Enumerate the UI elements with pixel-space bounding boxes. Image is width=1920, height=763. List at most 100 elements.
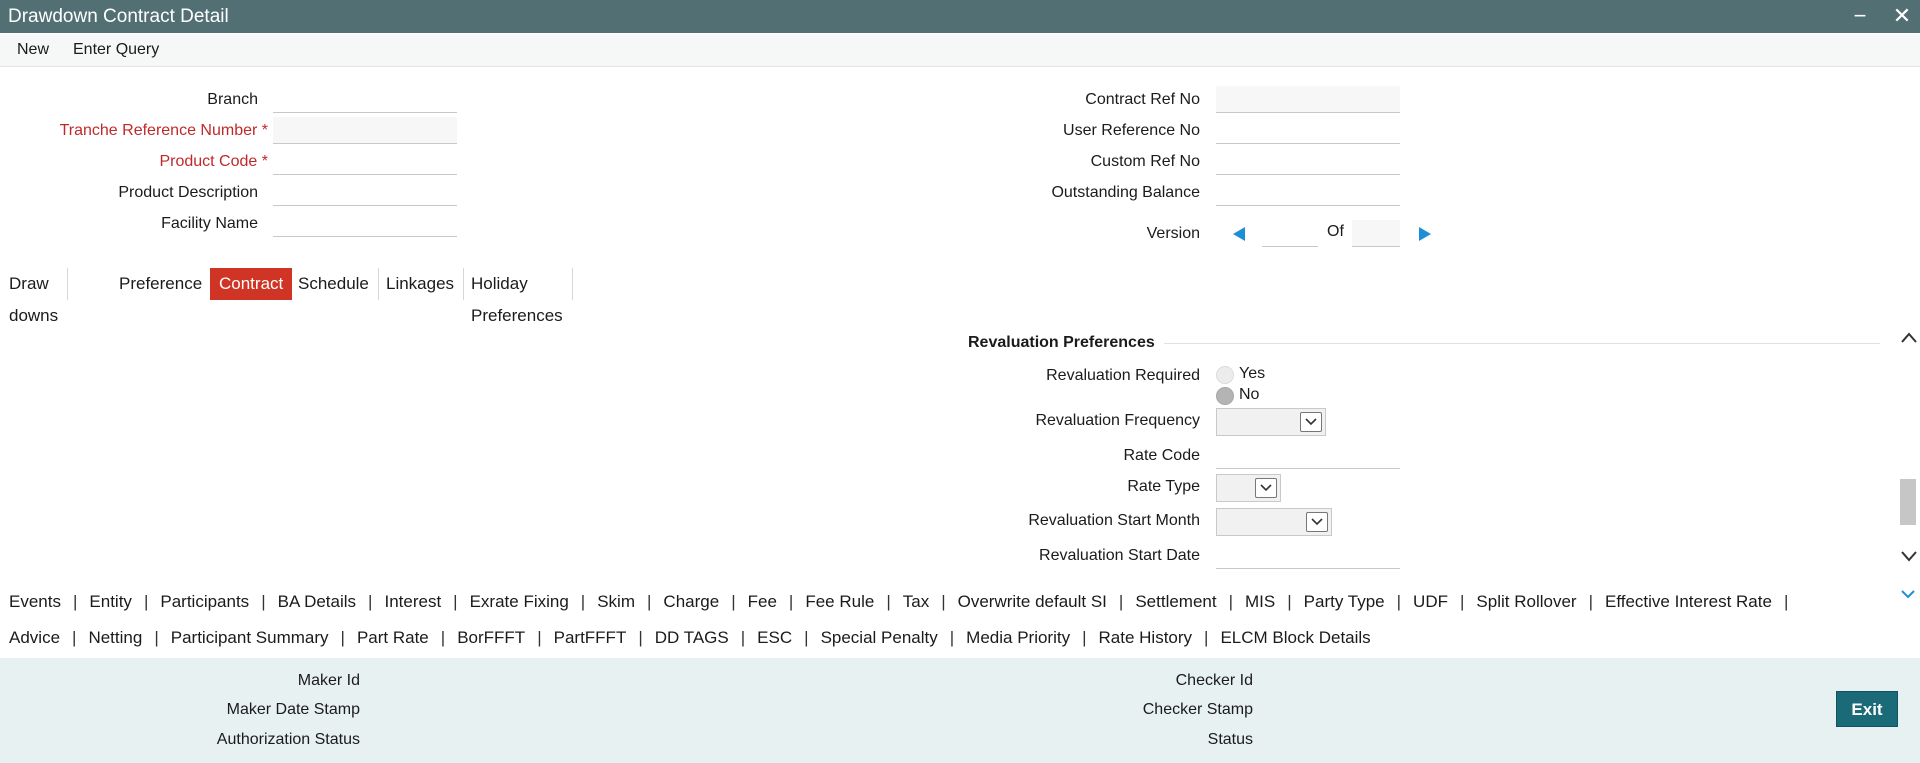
link-udf[interactable]: UDF — [1413, 592, 1448, 611]
tab-holiday-preferences[interactable]: Holiday Preferences — [462, 268, 573, 325]
link-separator: | — [453, 592, 458, 611]
revaluation-start-month-select[interactable] — [1216, 508, 1332, 536]
product-description-label: Product Description — [118, 184, 258, 201]
tranche-reference-label: Tranche Reference Number * — [59, 122, 268, 139]
version-label: Version — [1146, 225, 1200, 242]
custom-ref-input[interactable] — [1216, 148, 1400, 175]
link-participants[interactable]: Participants — [160, 592, 249, 611]
product-code-input[interactable] — [273, 148, 457, 175]
tab-draw-downs[interactable]: Draw downs — [0, 268, 69, 325]
link-special-penalty[interactable]: Special Penalty — [821, 628, 938, 647]
subsystem-links-row-2: Advice | Netting | Participant Summary | Part … — [9, 628, 1371, 662]
close-icon[interactable]: ✕ — [1890, 3, 1914, 29]
revaluation-no-radio[interactable] — [1216, 387, 1234, 405]
link-mis[interactable]: MIS — [1245, 592, 1275, 611]
version-total-input — [1352, 220, 1400, 247]
tab-schedule[interactable]: Schedule — [289, 268, 379, 300]
link-interest[interactable]: Interest — [384, 592, 441, 611]
link-netting[interactable]: Netting — [88, 628, 142, 647]
link-split-rollover[interactable]: Split Rollover — [1476, 592, 1576, 611]
link-separator: | — [537, 628, 542, 647]
link-entity[interactable]: Entity — [89, 592, 132, 611]
revaluation-start-month-label: Revaluation Start Month — [1028, 512, 1200, 529]
branch-input[interactable] — [273, 86, 457, 113]
link-separator: | — [580, 592, 586, 611]
version-current-input[interactable] — [1262, 220, 1318, 247]
link-events[interactable]: Events — [9, 592, 61, 611]
link-rate-history[interactable]: Rate History — [1099, 628, 1193, 647]
custom-ref-label: Custom Ref No — [1090, 153, 1200, 170]
expand-links-icon[interactable] — [1897, 587, 1919, 603]
chevron-down-icon — [1300, 412, 1322, 432]
link-separator: | — [1287, 592, 1292, 611]
scrollbar-thumb[interactable] — [1900, 479, 1916, 525]
link-fee-rule[interactable]: Fee Rule — [805, 592, 874, 611]
link-charge[interactable]: Charge — [663, 592, 719, 611]
link-overwrite-default-si[interactable]: Overwrite default SI — [958, 592, 1107, 611]
scroll-down-icon[interactable] — [1898, 546, 1920, 566]
contract-ref-input[interactable] — [1216, 86, 1400, 113]
link-media-priority[interactable]: Media Priority — [966, 628, 1070, 647]
rate-code-input[interactable] — [1216, 442, 1400, 469]
link-part-rate[interactable]: Part Rate — [357, 628, 429, 647]
link-separator: | — [731, 592, 736, 611]
exit-button[interactable]: Exit — [1836, 691, 1898, 727]
previous-version-icon[interactable] — [1232, 226, 1246, 242]
rate-code-label: Rate Code — [1123, 447, 1201, 464]
link-borffft[interactable]: BorFFFT — [457, 628, 525, 647]
maker-date-stamp-label: Maker Date Stamp — [226, 701, 360, 718]
revaluation-start-date-input[interactable] — [1216, 542, 1400, 569]
link-party-type[interactable]: Party Type — [1304, 592, 1385, 611]
revaluation-no-label: No — [1239, 386, 1260, 403]
revaluation-yes-radio[interactable] — [1216, 366, 1234, 384]
tranche-reference-input[interactable] — [273, 117, 457, 144]
link-exrate-fixing[interactable]: Exrate Fixing — [470, 592, 569, 611]
rate-type-select[interactable] — [1216, 474, 1281, 502]
link-separator: | — [72, 592, 78, 611]
link-separator: | — [941, 592, 946, 611]
status-label: Status — [1207, 731, 1253, 748]
link-separator: | — [886, 592, 891, 611]
link-separator: | — [1204, 628, 1209, 647]
link-separator: | — [154, 628, 159, 647]
outstanding-balance-input[interactable] — [1216, 179, 1400, 206]
version-of-label: Of — [1327, 223, 1344, 240]
link-esc[interactable]: ESC — [757, 628, 792, 647]
link-settlement[interactable]: Settlement — [1135, 592, 1216, 611]
link-advice[interactable]: Advice — [9, 628, 60, 647]
facility-name-input[interactable] — [273, 210, 457, 237]
tab-linkages[interactable]: Linkages — [377, 268, 465, 300]
tab-contract[interactable]: Contract — [210, 268, 293, 300]
link-separator: | — [1396, 592, 1402, 611]
tab-preference[interactable]: Preference — [110, 268, 213, 300]
product-description-input[interactable] — [273, 179, 457, 206]
link-skim[interactable]: Skim — [597, 592, 635, 611]
revaluation-frequency-select[interactable] — [1216, 408, 1326, 436]
link-participant-summary[interactable]: Participant Summary — [171, 628, 329, 647]
revaluation-frequency-label: Revaluation Frequency — [1035, 412, 1200, 429]
link-separator: | — [368, 592, 373, 611]
link-separator: | — [261, 592, 266, 611]
next-version-icon[interactable] — [1418, 226, 1432, 242]
link-separator: | — [1783, 592, 1789, 611]
product-code-label: Product Code * — [159, 153, 268, 170]
subsystem-links-row-1: Events | Entity | Participants | BA Details | In… — [9, 592, 1800, 626]
revaluation-start-date-label: Revaluation Start Date — [1039, 547, 1200, 564]
contract-ref-label: Contract Ref No — [1085, 91, 1200, 108]
scroll-up-icon[interactable] — [1898, 328, 1920, 348]
link-separator: | — [1118, 592, 1124, 611]
chevron-down-icon — [1255, 478, 1277, 498]
link-partffft[interactable]: PartFFFT — [554, 628, 627, 647]
new-button[interactable]: New — [17, 41, 49, 59]
link-effective-interest-rate[interactable]: Effective Interest Rate — [1605, 592, 1772, 611]
user-reference-input[interactable] — [1216, 117, 1400, 144]
link-fee[interactable]: Fee — [748, 592, 777, 611]
section-divider — [1164, 343, 1880, 344]
link-elcm-block-details[interactable]: ELCM Block Details — [1220, 628, 1370, 647]
revaluation-required-label: Revaluation Required — [1046, 367, 1200, 384]
enter-query-button[interactable]: Enter Query — [73, 41, 159, 59]
link-ba-details[interactable]: BA Details — [278, 592, 356, 611]
minimize-icon[interactable]: − — [1848, 3, 1872, 29]
link-dd-tags[interactable]: DD TAGS — [655, 628, 729, 647]
link-tax[interactable]: Tax — [903, 592, 929, 611]
